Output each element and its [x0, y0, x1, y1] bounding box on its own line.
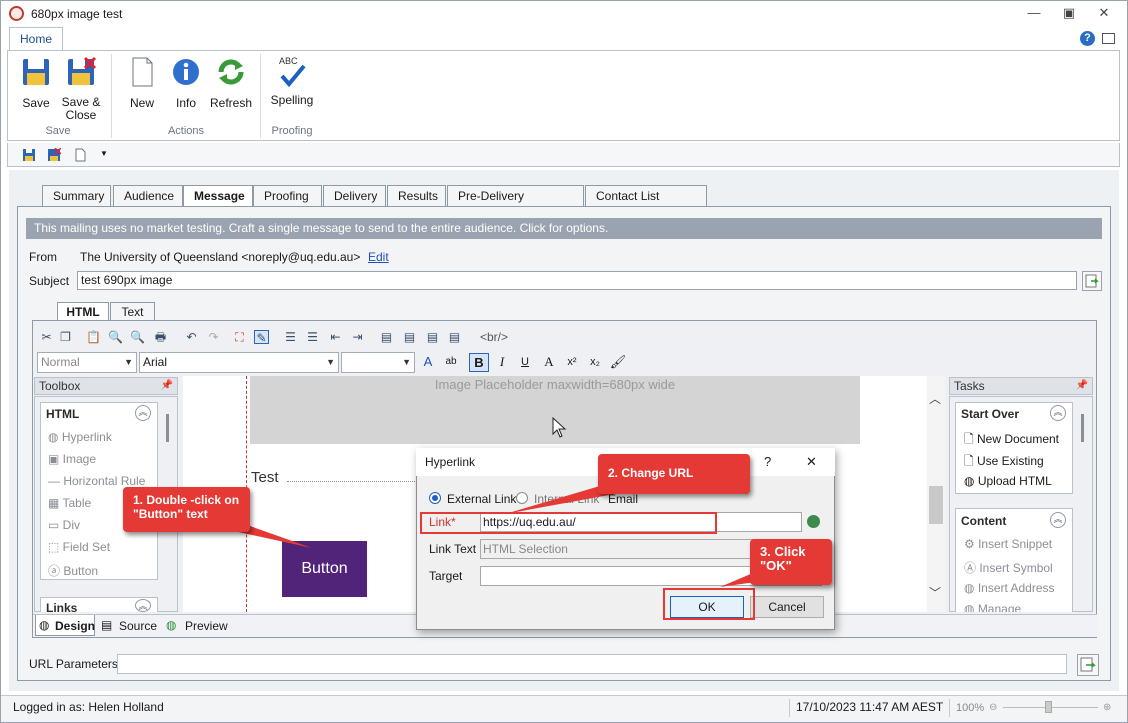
callout-step-3-line-2: "OK"	[760, 558, 792, 573]
callout-step-3-line-1: 3. Click	[760, 544, 806, 559]
callout-step-2: 2. Change URL	[598, 454, 750, 494]
callout-step-3: 3. Click "OK"	[750, 539, 832, 585]
callout-arrows	[229, 483, 770, 587]
callout-step-1: 1. Double -click on "Button" text	[123, 487, 250, 532]
callout-step-1-line-1: 1. Double -click on	[133, 493, 240, 507]
callout-step-1-line-2: "Button" text	[133, 507, 208, 521]
